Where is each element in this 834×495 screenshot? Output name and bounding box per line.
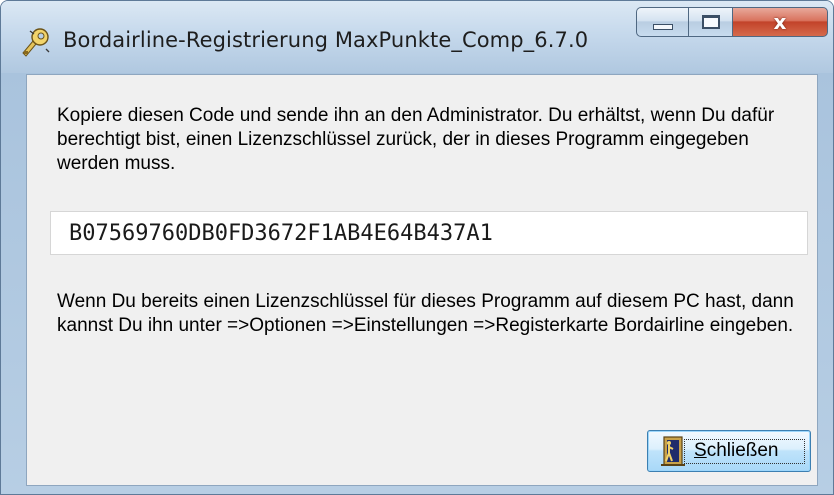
dialog-window: Bordairline-Registrierung MaxPunkte_Comp… (0, 0, 834, 495)
window-title: Bordairline-Registrierung MaxPunkte_Comp… (63, 28, 589, 52)
maximize-icon (701, 15, 720, 29)
license-info-text: Wenn Du bereits einen Lizenzschlüssel fü… (57, 291, 794, 336)
minimize-icon (652, 24, 673, 30)
registration-code-field[interactable] (50, 211, 808, 255)
close-button-label: Schließen (694, 440, 779, 461)
close-window-button[interactable]: x (732, 7, 828, 37)
dialog-content: Kopiere diesen Code und sende ihn an den… (26, 74, 818, 486)
close-button[interactable]: Schließen (647, 430, 811, 472)
title-bar[interactable]: Bordairline-Registrierung MaxPunkte_Comp… (1, 1, 833, 73)
exit-door-icon (661, 436, 685, 466)
key-icon[interactable] (20, 27, 52, 59)
instruction-text: Kopiere diesen Code und sende ihn an den… (57, 105, 775, 174)
close-icon: x (773, 10, 787, 34)
minimize-button[interactable] (636, 7, 688, 37)
caption-buttons: x (636, 7, 828, 37)
maximize-button[interactable] (688, 7, 732, 37)
